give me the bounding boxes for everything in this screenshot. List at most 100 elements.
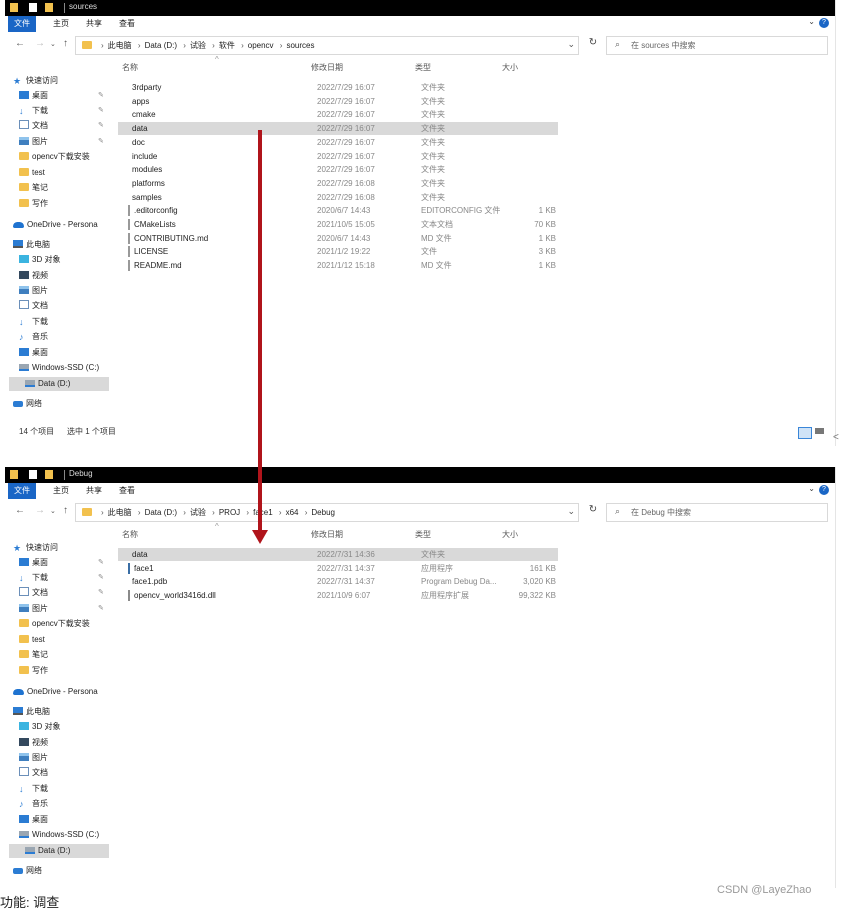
large-icons-view-icon[interactable] xyxy=(815,428,824,434)
forward-arrow-icon[interactable]: → xyxy=(35,38,45,49)
tab-home[interactable]: 主页 xyxy=(47,16,75,32)
sidebar-item[interactable]: 桌面 xyxy=(5,813,111,827)
sidebar-item[interactable]: ★ 快速访问 xyxy=(5,74,111,88)
column-header-type[interactable]: 类型 xyxy=(415,62,431,73)
file-row[interactable]: data 2022/7/29 16:07 文件夹 xyxy=(118,122,558,136)
file-row[interactable]: .editorconfig 2020/6/7 14:43 EDITORCONFIG … xyxy=(118,204,558,217)
column-header-size[interactable]: 大小 xyxy=(502,62,518,73)
file-row[interactable]: README.md 2021/1/12 15:18 MD 文件 1 KB xyxy=(118,259,558,272)
sidebar-item[interactable]: opencv下载安装 xyxy=(5,617,111,631)
chevron-down-icon[interactable]: ⌄ xyxy=(567,506,575,517)
sidebar-item[interactable]: opencv下载安装 xyxy=(5,150,111,164)
sidebar-item[interactable]: 桌面 xyxy=(5,346,111,360)
sidebar-item[interactable]: ↓ 下载 xyxy=(5,782,111,796)
sidebar-item[interactable]: ↓ 下载 ✎ xyxy=(5,104,111,118)
file-row[interactable]: face1 2022/7/31 14:37 应用程序 161 KB xyxy=(118,562,558,575)
file-row[interactable]: CONTRIBUTING.md 2020/6/7 14:43 MD 文件 1 KB xyxy=(118,232,558,245)
tab-file[interactable]: 文件 xyxy=(8,483,36,499)
sidebar-item[interactable]: 图片 ✎ xyxy=(5,602,111,616)
up-arrow-icon[interactable]: ↑ xyxy=(63,38,68,49)
forward-arrow-icon[interactable]: → xyxy=(35,505,45,516)
sidebar-item[interactable]: 网络 xyxy=(5,397,111,411)
breadcrumb-item[interactable]: face1 xyxy=(253,508,273,517)
sidebar-item[interactable]: Data (D:) xyxy=(9,844,109,858)
sidebar-item[interactable]: 文档 ✎ xyxy=(5,586,111,600)
sidebar-item[interactable]: 文档 xyxy=(5,766,111,780)
column-header-size[interactable]: 大小 xyxy=(502,529,518,540)
search-input[interactable]: ⌕ 在 Debug 中搜索 xyxy=(606,503,828,522)
chevron-down-icon[interactable]: ⌄ xyxy=(808,17,815,26)
sidebar-item[interactable]: 图片 ✎ xyxy=(5,135,111,149)
breadcrumb-item[interactable]: 软件 xyxy=(219,41,235,50)
recent-dropdown-icon[interactable]: ⌄ xyxy=(50,40,56,48)
file-row[interactable]: data 2022/7/31 14:36 文件夹 xyxy=(118,548,558,561)
new-folder-icon[interactable] xyxy=(45,3,53,12)
file-row[interactable]: 3rdparty 2022/7/29 16:07 文件夹 xyxy=(118,81,558,94)
pin-icon[interactable]: ✎ xyxy=(98,104,104,118)
sidebar-item[interactable]: 写作 xyxy=(5,664,111,678)
sidebar-item[interactable]: 此电脑 xyxy=(5,705,111,719)
sidebar-item[interactable]: ♪ 音乐 xyxy=(5,330,111,344)
sidebar-item[interactable]: 笔记 xyxy=(5,648,111,662)
breadcrumb-item[interactable]: Data (D:) xyxy=(145,508,177,517)
sidebar-item[interactable]: OneDrive - Persona xyxy=(5,685,111,699)
pin-icon[interactable]: ✎ xyxy=(98,89,104,103)
up-arrow-icon[interactable]: ↑ xyxy=(63,505,68,516)
file-row[interactable]: cmake 2022/7/29 16:07 文件夹 xyxy=(118,108,558,121)
recent-dropdown-icon[interactable]: ⌄ xyxy=(50,507,56,515)
pin-icon[interactable]: ✎ xyxy=(98,571,104,585)
breadcrumb-item[interactable]: sources xyxy=(286,41,314,50)
properties-icon[interactable] xyxy=(29,3,37,12)
column-header-name[interactable]: 名称 xyxy=(122,529,138,540)
sidebar-item[interactable]: 3D 对象 xyxy=(5,720,111,734)
sidebar-item[interactable]: test xyxy=(5,166,111,180)
file-row[interactable]: include 2022/7/29 16:07 文件夹 xyxy=(118,150,558,163)
column-header-type[interactable]: 类型 xyxy=(415,529,431,540)
sidebar-item[interactable]: 网络 xyxy=(5,864,111,878)
tab-share[interactable]: 共享 xyxy=(80,16,108,32)
chevron-down-icon[interactable]: ⌄ xyxy=(808,484,815,493)
tab-file[interactable]: 文件 xyxy=(8,16,36,32)
file-row[interactable]: apps 2022/7/29 16:07 文件夹 xyxy=(118,95,558,108)
sidebar-item[interactable]: 此电脑 xyxy=(5,238,111,252)
properties-icon[interactable] xyxy=(29,470,37,479)
address-bar[interactable]: › 此电脑 › Data (D:) › 试验 › 软件 › opencv › sources… xyxy=(75,36,579,55)
file-row[interactable]: LICENSE 2021/1/2 19:22 文件 3 KB xyxy=(118,245,558,258)
sidebar-item[interactable]: ↓ 下载 xyxy=(5,315,111,329)
sidebar-item[interactable]: OneDrive - Persona xyxy=(5,218,111,232)
back-arrow-icon[interactable]: ← xyxy=(15,38,25,49)
column-header-date[interactable]: 修改日期 xyxy=(311,529,343,540)
sidebar-item[interactable]: 笔记 xyxy=(5,181,111,195)
file-row[interactable]: CMakeLists 2021/10/5 15:05 文本文档 70 KB xyxy=(118,218,558,231)
breadcrumb-item[interactable]: 此电脑 xyxy=(108,41,132,50)
pin-icon[interactable]: ✎ xyxy=(98,135,104,149)
tab-home[interactable]: 主页 xyxy=(47,483,75,499)
sidebar-item[interactable]: 图片 xyxy=(5,751,111,765)
file-row[interactable]: doc 2022/7/29 16:07 文件夹 xyxy=(118,136,558,149)
chevron-down-icon[interactable]: ⌄ xyxy=(567,39,575,50)
sidebar-item[interactable]: Windows-SSD (C:) xyxy=(5,828,111,842)
pin-icon[interactable]: ✎ xyxy=(98,119,104,133)
tab-view[interactable]: 查看 xyxy=(113,16,141,32)
file-row[interactable]: opencv_world3416d.dll 2021/10/9 6:07 应用程序扩… xyxy=(118,589,558,602)
sidebar-item[interactable]: 视频 xyxy=(5,736,111,750)
tab-view[interactable]: 查看 xyxy=(113,483,141,499)
sidebar-item[interactable]: test xyxy=(5,633,111,647)
refresh-icon[interactable]: ↻ xyxy=(585,37,601,54)
breadcrumb-item[interactable]: Data (D:) xyxy=(145,41,177,50)
sidebar-item[interactable]: 写作 xyxy=(5,197,111,211)
column-header-date[interactable]: 修改日期 xyxy=(311,62,343,73)
sidebar-item[interactable]: ♪ 音乐 xyxy=(5,797,111,811)
file-row[interactable]: face1.pdb 2022/7/31 14:37 Program Debug Da… xyxy=(118,575,558,588)
new-folder-icon[interactable] xyxy=(45,470,53,479)
breadcrumb-item[interactable]: x64 xyxy=(286,508,299,517)
breadcrumb-item[interactable]: 试验 xyxy=(190,41,206,50)
column-header-name[interactable]: 名称 xyxy=(122,62,138,73)
pin-icon[interactable]: ✎ xyxy=(98,602,104,616)
help-icon[interactable]: ? xyxy=(819,18,829,28)
file-row[interactable]: modules 2022/7/29 16:07 文件夹 xyxy=(118,163,558,176)
file-row[interactable]: samples 2022/7/29 16:08 文件夹 xyxy=(118,191,558,204)
breadcrumb-item[interactable]: PROJ xyxy=(219,508,240,517)
sidebar-item[interactable]: 桌面 ✎ xyxy=(5,556,111,570)
back-arrow-icon[interactable]: ← xyxy=(15,505,25,516)
